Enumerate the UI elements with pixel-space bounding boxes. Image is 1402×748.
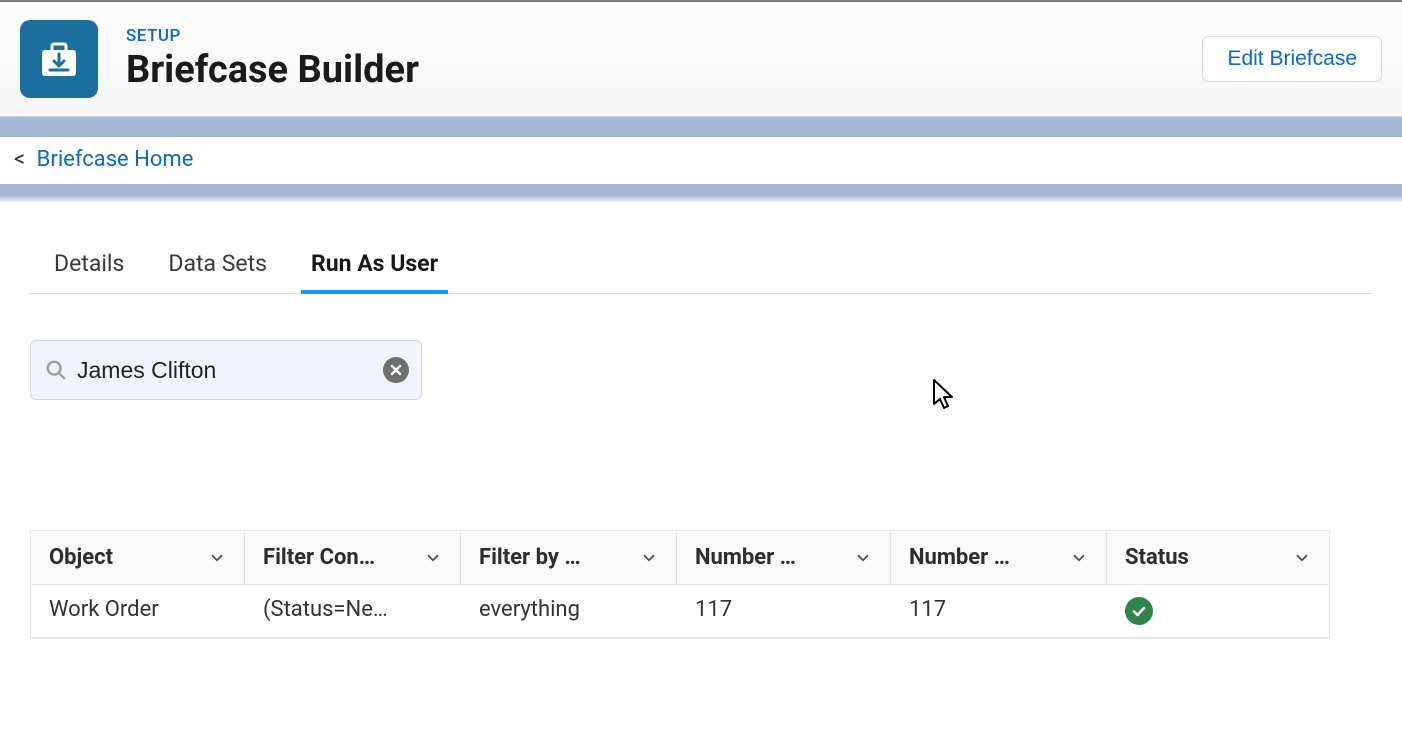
breadcrumb-caret: < (14, 147, 25, 172)
chevron-down-icon[interactable] (208, 549, 226, 567)
cell-status (1107, 585, 1329, 637)
cell-number-a: 117 (677, 585, 891, 637)
column-header-object[interactable]: Object (31, 531, 245, 584)
column-header-filter-conditions[interactable]: Filter Con… (245, 531, 461, 584)
breadcrumb-home-link[interactable]: Briefcase Home (37, 147, 194, 172)
tabs: Details Data Sets Run As User (30, 242, 1372, 294)
chevron-down-icon[interactable] (1070, 549, 1088, 567)
clear-search-button[interactable] (383, 357, 409, 383)
chevron-down-icon[interactable] (854, 549, 872, 567)
chevron-down-icon[interactable] (640, 549, 658, 567)
chevron-down-icon[interactable] (424, 549, 442, 567)
column-header-status[interactable]: Status (1107, 531, 1329, 584)
search-icon (45, 359, 67, 381)
user-search-input[interactable] (67, 357, 383, 384)
breadcrumb: < Briefcase Home (0, 137, 1402, 184)
header-eyebrow: SETUP (126, 26, 419, 46)
edit-briefcase-button[interactable]: Edit Briefcase (1202, 36, 1382, 82)
results-table: Object Filter Con… Filter by … Number … … (30, 530, 1330, 639)
status-success-icon (1125, 597, 1153, 625)
chevron-down-icon[interactable] (1293, 549, 1311, 567)
cell-object: Work Order (31, 585, 245, 637)
table-header-row: Object Filter Con… Filter by … Number … … (31, 531, 1329, 585)
decorative-band-bottom (0, 184, 1402, 202)
column-header-number-b[interactable]: Number … (891, 531, 1107, 584)
tab-details[interactable]: Details (54, 242, 124, 293)
briefcase-icon (20, 20, 98, 98)
cell-filter-conditions: (Status=Ne… (245, 585, 461, 637)
table-row[interactable]: Work Order (Status=Ne… everything 117 11… (31, 585, 1329, 638)
cell-filter-by: everything (461, 585, 677, 637)
close-icon (390, 364, 402, 376)
tab-data-sets[interactable]: Data Sets (168, 242, 267, 293)
decorative-band (0, 117, 1402, 137)
column-header-number-a[interactable]: Number … (677, 531, 891, 584)
column-header-filter-by[interactable]: Filter by … (461, 531, 677, 584)
user-search-box (30, 340, 422, 400)
tab-run-as-user[interactable]: Run As User (311, 242, 438, 293)
cell-number-b: 117 (891, 585, 1107, 637)
page-header: SETUP Briefcase Builder Edit Briefcase (0, 2, 1402, 117)
page-title: Briefcase Builder (126, 48, 419, 92)
